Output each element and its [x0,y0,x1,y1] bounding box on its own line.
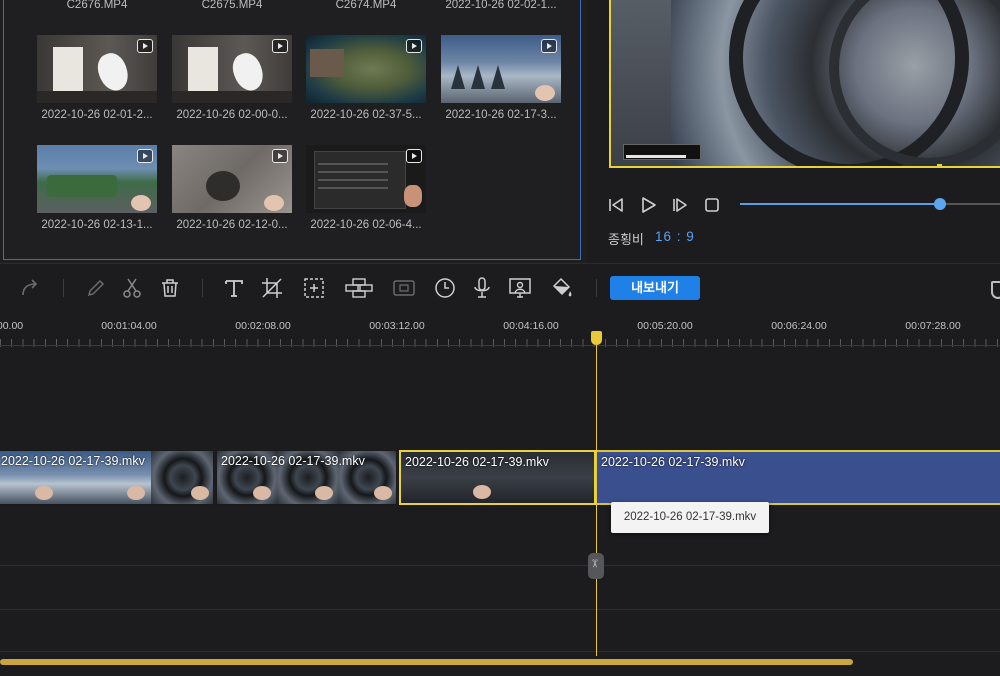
aspect-ratio-value[interactable]: 16 : 9 [655,229,695,244]
crop-icon[interactable] [260,276,284,300]
playback-controls [607,194,721,216]
ruler-label: 00:06:24.00 [771,320,827,332]
playhead-line[interactable] [596,341,597,656]
media-thumbnail[interactable] [172,145,292,213]
media-item-name: 2022-10-26 02-12-0... [176,219,288,231]
ruler-label: 00:02:08.00 [235,320,291,332]
ruler-baseline [0,345,1000,346]
media-item-name: 2022-10-26 02-06-4... [310,219,422,231]
mosaic-icon[interactable] [344,276,374,300]
microphone-icon[interactable] [470,276,494,300]
media-thumbnail[interactable] [441,35,561,103]
media-item-name: 2022-10-26 02-37-5... [310,109,422,121]
media-item-name: 2022-10-26 02-01-2... [41,109,153,121]
toolbar-divider [202,279,203,297]
media-library-panel: C2676.MP4 C2675.MP4 C2674.MP4 2022-10-26… [0,0,587,263]
export-button[interactable]: 내보내기 [610,276,700,300]
edit-toolbar: 내보내기 [0,263,1000,311]
split-scissors-icon[interactable] [588,553,604,579]
ruler-label: 00:04:16.00 [503,320,559,332]
video-badge-icon [137,39,153,53]
track-divider [0,565,1000,566]
freeze-frame-icon[interactable] [392,276,416,300]
timeline-clip[interactable]: 2022-10-26 02-17-39.mkv [216,450,397,505]
video-badge-icon [541,39,557,53]
seek-handle[interactable] [934,198,946,210]
media-thumbnail[interactable] [306,35,426,103]
timeline-clip[interactable]: 2022-10-26 02-17-39.mkv [597,450,1000,505]
redo-icon[interactable] [18,276,42,300]
clip-name: 2022-10-26 02-17-39.mkv [601,455,745,469]
media-thumbnail[interactable] [172,35,292,103]
text-icon[interactable] [222,276,246,300]
ruler-label: 00:01:04.00 [101,320,157,332]
timeline-clip[interactable]: 2022-10-26 02-17-39.mkv [0,450,214,505]
scissors-icon[interactable] [120,276,144,300]
ruler-label: 00:03:12.00 [369,320,425,332]
media-name-top-1: C2676.MP4 [66,0,128,11]
video-badge-icon [406,149,422,163]
seek-bar-remaining[interactable] [940,203,1000,205]
shield-icon[interactable] [991,281,1000,299]
media-name-top-2: C2675.MP4 [201,0,263,11]
video-badge-icon [406,39,422,53]
video-badge-icon [137,149,153,163]
video-badge-icon [272,149,288,163]
previous-frame-icon[interactable] [607,196,625,214]
track-divider [0,609,1000,610]
ruler-label: 00:07:28.00 [905,320,961,332]
media-name-top-4: 2022-10-26 02-02-1... [445,0,557,11]
video-badge-icon [272,39,288,53]
resize-icon[interactable] [302,276,326,300]
horizontal-scrollbar[interactable] [0,659,853,665]
playhead-handle[interactable] [591,331,602,345]
toolbar-divider [596,279,597,297]
track-divider [0,651,1000,652]
game-hud [623,144,701,160]
media-item-name: 2022-10-26 02-17-3... [445,109,557,121]
toolbar-divider [63,279,64,297]
ruler-label: 00:05:20.00 [637,320,693,332]
media-item-name: 2022-10-26 02-00-0... [176,109,288,121]
clip-tooltip: 2022-10-26 02-17-39.mkv [611,502,769,533]
pencil-icon[interactable] [84,276,108,300]
clip-name: 2022-10-26 02-17-39.mkv [221,454,365,468]
play-icon[interactable] [639,196,657,214]
media-thumbnail[interactable] [37,145,157,213]
timeline-clip-selected[interactable]: 2022-10-26 02-17-39.mkv [399,450,596,505]
media-name-top-3: C2674.MP4 [335,0,397,11]
preview-video[interactable] [609,0,1000,168]
media-thumbnail[interactable] [37,35,157,103]
ruler-label: 00.00 [0,320,24,332]
aspect-ratio-label: 종횡비 [608,232,644,247]
trash-icon[interactable] [158,276,182,300]
next-frame-icon[interactable] [671,196,689,214]
paint-bucket-icon[interactable] [550,276,574,300]
clip-name: 2022-10-26 02-17-39.mkv [405,455,549,469]
clip-name: 2022-10-26 02-17-39.mkv [1,454,145,468]
stop-icon[interactable] [703,196,721,214]
preview-panel: 종횡비 16 : 9 [587,0,1000,263]
presenter-icon[interactable] [508,276,532,300]
media-item-name: 2022-10-26 02-13-1... [41,219,153,231]
clock-icon[interactable] [433,276,457,300]
media-thumbnail[interactable] [306,145,426,213]
timeline-panel: 00.00 00:01:04.00 00:02:08.00 00:03:12.0… [0,311,1000,676]
